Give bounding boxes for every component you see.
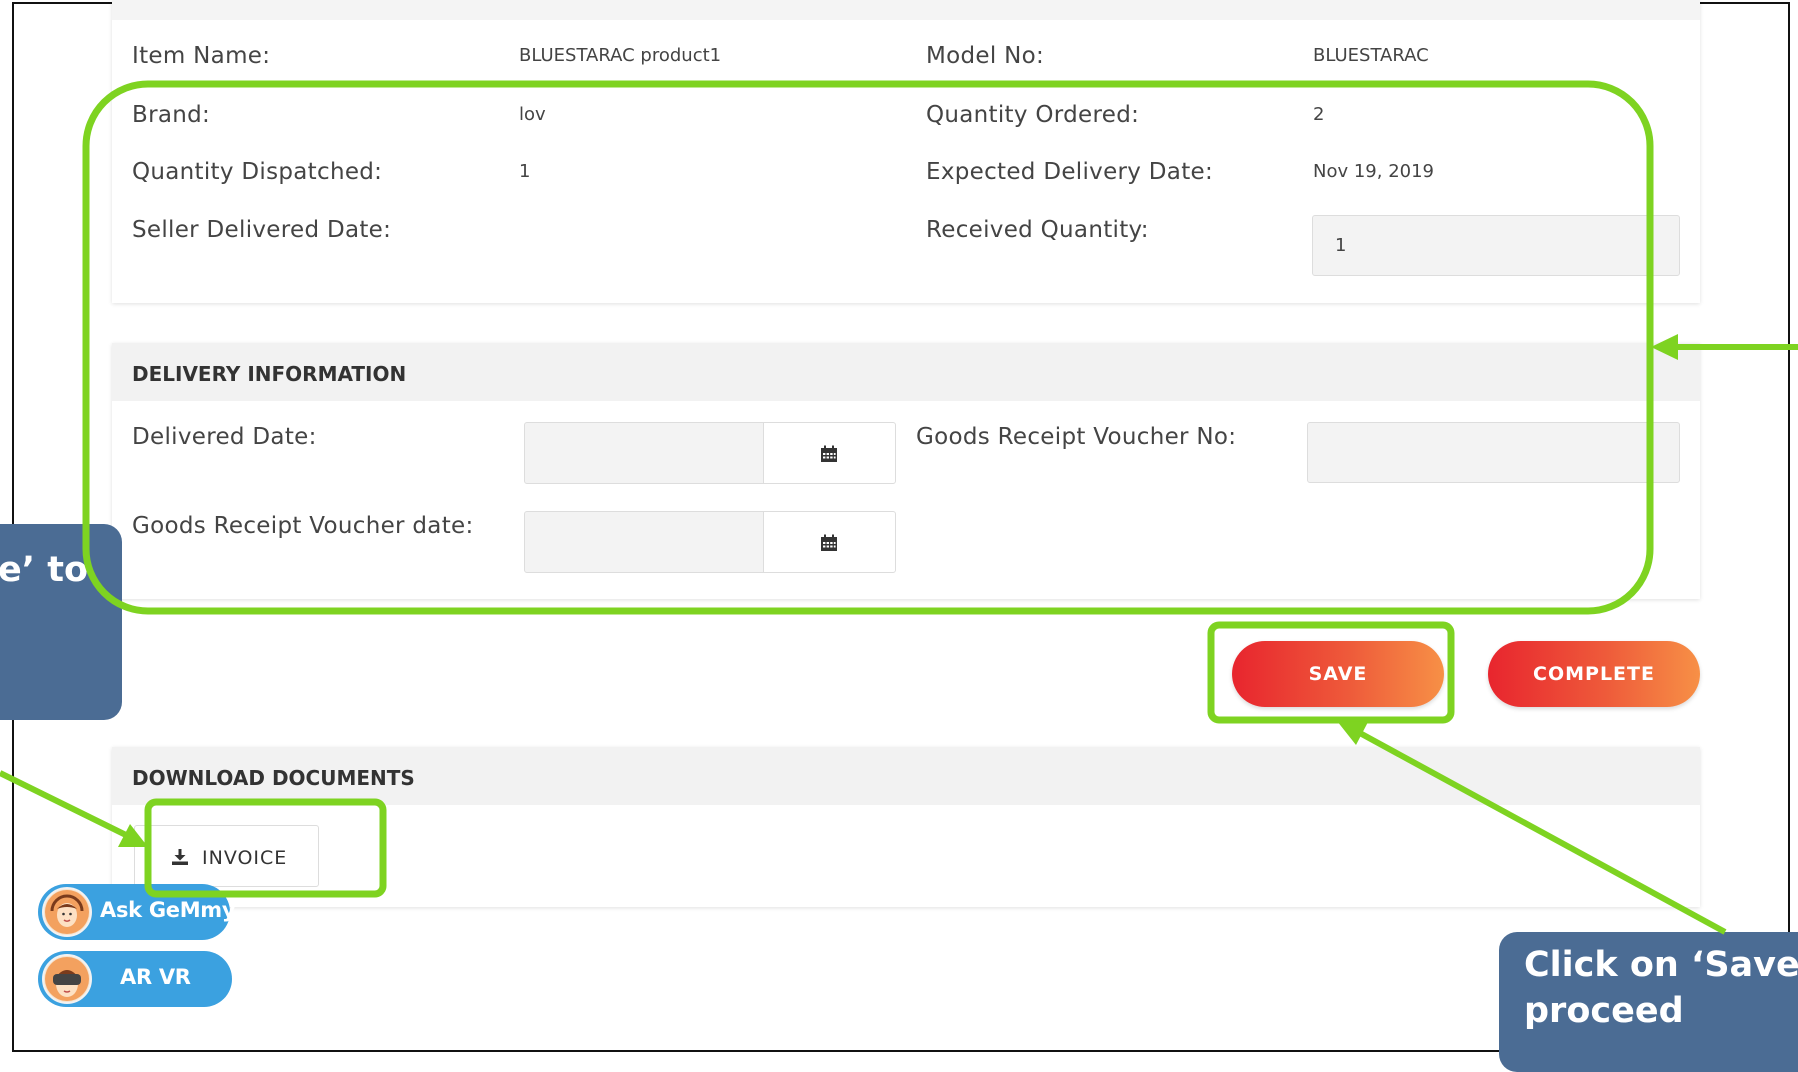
download-documents-card: DOWNLOAD DOCUMENTS INVOICE — [112, 747, 1700, 907]
calendar-icon — [821, 534, 837, 551]
assistant-avatar-icon — [42, 887, 92, 937]
expected-delivery-label: Expected Delivery Date: — [926, 159, 1214, 185]
expected-delivery-value: Nov 19, 2019 — [1313, 161, 1435, 182]
ar-vr-label: AR VR — [120, 965, 191, 989]
received-quantity-label: Received Quantity: — [926, 217, 1149, 243]
documents-section-title: DOWNLOAD DOCUMENTS — [132, 766, 415, 790]
seller-delivered-label: Seller Delivered Date: — [132, 217, 392, 243]
voucher-no-label: Goods Receipt Voucher No: — [916, 424, 1237, 450]
documents-section-header: DOWNLOAD DOCUMENTS — [112, 747, 1700, 805]
delivered-date-label: Delivered Date: — [132, 424, 317, 450]
card-header-strip — [112, 0, 1700, 20]
item-name-value: BLUESTARAC product1 — [519, 45, 722, 66]
quantity-ordered-label: Quantity Ordered: — [926, 102, 1140, 128]
vr-avatar-icon — [42, 954, 92, 1004]
delivered-date-picker — [524, 422, 896, 484]
brand-value: lov — [519, 104, 546, 125]
voucher-date-input[interactable] — [524, 511, 764, 573]
invoice-button-label: INVOICE — [202, 847, 288, 869]
quantity-ordered-value: 2 — [1313, 104, 1325, 125]
brand-label: Brand: — [132, 102, 211, 128]
delivery-section-header: DELIVERY INFORMATION — [112, 343, 1700, 401]
save-button[interactable]: SAVE — [1232, 641, 1444, 707]
item-name-label: Item Name: — [132, 43, 271, 69]
voucher-date-calendar-button[interactable] — [763, 511, 896, 573]
model-no-label: Model No: — [926, 43, 1045, 69]
delivered-date-input[interactable] — [524, 422, 764, 484]
left-instruction-callout: e’ to — [0, 524, 122, 720]
ask-gemmy-label: Ask GeMmy — [100, 898, 236, 922]
voucher-date-picker — [524, 511, 896, 573]
left-callout-text: e’ to — [0, 550, 88, 590]
download-icon — [172, 849, 188, 865]
complete-button[interactable]: COMPLETE — [1488, 641, 1700, 707]
quantity-dispatched-label: Quantity Dispatched: — [132, 159, 383, 185]
ask-gemmy-button[interactable]: Ask GeMmy — [38, 884, 236, 940]
received-quantity-value: 1 — [1335, 235, 1347, 256]
voucher-no-input[interactable] — [1307, 422, 1680, 483]
save-callout-line2: proceed — [1524, 991, 1684, 1031]
ar-vr-button[interactable]: AR VR — [38, 951, 232, 1007]
received-quantity-input[interactable]: 1 — [1312, 215, 1680, 276]
save-instruction-callout: Click on ‘Save’ t proceed — [1499, 932, 1798, 1072]
quantity-dispatched-value: 1 — [519, 161, 531, 182]
voucher-date-label: Goods Receipt Voucher date: — [132, 513, 474, 539]
model-no-value: BLUESTARAC — [1313, 45, 1429, 66]
invoice-download-button[interactable]: INVOICE — [134, 825, 319, 887]
delivered-date-calendar-button[interactable] — [763, 422, 896, 484]
save-callout-line1: Click on ‘Save’ t — [1524, 945, 1798, 985]
delivery-section-title: DELIVERY INFORMATION — [132, 362, 407, 386]
calendar-icon — [821, 445, 837, 462]
